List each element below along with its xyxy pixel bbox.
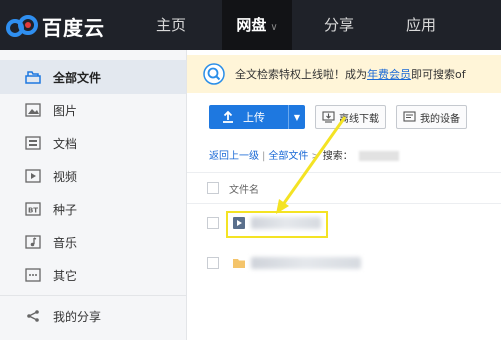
- cloud-logo-icon: [6, 15, 38, 37]
- upload-icon: [223, 110, 233, 123]
- my-devices-label: 我的设备: [420, 113, 460, 125]
- nav-label: 分享: [323, 16, 354, 34]
- sidebar-item-torrents[interactable]: BT 种子: [0, 192, 186, 226]
- upload-button[interactable]: 上传 ▼: [209, 105, 305, 129]
- notice-banner: 全文检索特权上线啦！成为年费会员即可搜索of: [187, 55, 501, 93]
- document-icon: [24, 134, 42, 152]
- blurred-filename: [251, 257, 361, 269]
- select-all-checkbox[interactable]: [207, 182, 219, 194]
- device-icon: [403, 111, 416, 122]
- nav-label: 主页: [155, 16, 186, 34]
- sidebar-item-other[interactable]: 其它: [0, 258, 186, 292]
- back-link[interactable]: 返回上一级: [209, 151, 259, 162]
- sidebar-item-all-files[interactable]: 全部文件: [0, 60, 186, 94]
- file-row[interactable]: [187, 247, 501, 279]
- logo-text: 百度云: [42, 15, 105, 40]
- upload-dropdown-icon[interactable]: ▼: [288, 105, 305, 129]
- toolbar: 上传 ▼ 离线下载 我的设备: [209, 104, 467, 130]
- breadcrumb-separator: >: [311, 151, 320, 162]
- column-filename[interactable]: 文件名: [229, 181, 259, 196]
- sidebar-divider: [0, 295, 186, 296]
- music-icon: [24, 233, 42, 251]
- baidu-cloud-logo[interactable]: 百度云: [6, 12, 105, 40]
- chevron-down-icon: ∨: [270, 22, 278, 33]
- nav-item-share[interactable]: 分享: [308, 0, 370, 50]
- row-checkbox[interactable]: [207, 217, 219, 229]
- offline-download-label: 离线下载: [339, 113, 379, 125]
- sidebar: 全部文件 图片 文档 视频 BT 种子 音乐 其它 我的分享: [0, 50, 187, 340]
- sidebar-item-label: 种子: [53, 202, 78, 217]
- folder-file-icon: [233, 259, 245, 268]
- my-devices-button[interactable]: 我的设备: [396, 105, 467, 129]
- sidebar-item-label: 图片: [53, 103, 78, 118]
- notice-text: 全文检索特权上线啦！成为年费会员即可搜索of: [235, 66, 466, 82]
- video-icon: [24, 167, 42, 185]
- folder-icon: [24, 68, 42, 86]
- all-files-link[interactable]: 全部文件: [268, 151, 308, 162]
- blurred-search-term: [358, 151, 399, 161]
- row-checkbox[interactable]: [207, 257, 219, 269]
- search-label: 搜索：: [322, 151, 353, 162]
- sidebar-item-my-shares[interactable]: 我的分享: [0, 299, 186, 333]
- nav-label: 网盘: [236, 16, 267, 34]
- sidebar-item-label: 文档: [53, 136, 78, 151]
- offline-download-button[interactable]: 离线下载: [315, 105, 386, 129]
- main-content: 全文检索特权上线啦！成为年费会员即可搜索of 上传 ▼ 离线下载 我的设备 返回…: [187, 50, 501, 340]
- offline-download-icon: [322, 111, 335, 123]
- nav-item-apps[interactable]: 应用: [390, 0, 452, 50]
- breadcrumb: 返回上一级 | 全部文件 > 搜索：: [209, 147, 399, 162]
- highlight-box: [226, 211, 328, 238]
- share-icon: [24, 307, 42, 325]
- sidebar-item-images[interactable]: 图片: [0, 93, 186, 127]
- sidebar-item-label: 视频: [53, 169, 78, 184]
- search-badge-icon: [203, 63, 225, 85]
- annual-member-link[interactable]: 年费会员: [367, 68, 411, 81]
- sidebar-item-label: 全部文件: [53, 70, 102, 85]
- sidebar-item-documents[interactable]: 文档: [0, 126, 186, 160]
- sidebar-item-label: 我的分享: [53, 309, 102, 324]
- nav-item-netdisk[interactable]: 网盘 ∨: [222, 0, 292, 50]
- more-icon: [24, 266, 42, 284]
- file-list-header: 文件名: [187, 172, 501, 204]
- top-nav-bar: 百度云 主页 网盘 ∨ 分享 应用: [0, 0, 501, 50]
- notice-text-after: 即可搜索of: [411, 68, 466, 81]
- nav-item-home[interactable]: 主页: [140, 0, 202, 50]
- upload-label: 上传: [243, 111, 265, 124]
- sidebar-item-label: 音乐: [53, 235, 78, 250]
- notice-text-before: 全文检索特权上线啦！成为: [235, 68, 367, 81]
- image-icon: [24, 101, 42, 119]
- sidebar-item-music[interactable]: 音乐: [0, 225, 186, 259]
- breadcrumb-separator: |: [262, 151, 266, 162]
- sidebar-item-label: 其它: [53, 268, 78, 283]
- svg-text:BT: BT: [28, 207, 38, 215]
- bt-icon: BT: [24, 200, 42, 218]
- nav-label: 应用: [405, 16, 436, 34]
- sidebar-item-videos[interactable]: 视频: [0, 159, 186, 193]
